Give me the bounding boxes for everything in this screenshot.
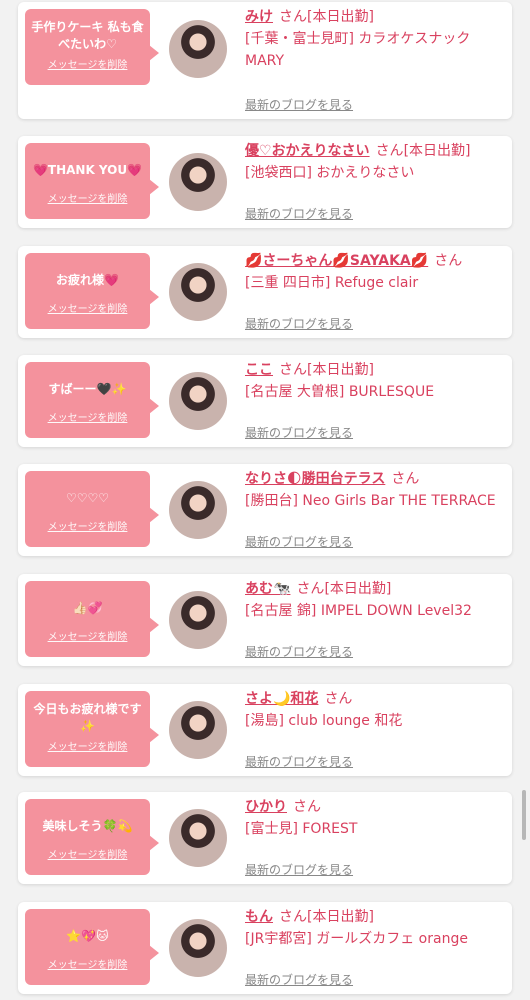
avatar[interactable] [169,919,227,977]
status-label: [本日出勤] [307,909,374,925]
san-label: さん [293,799,321,815]
message-text: すばーー🖤✨ [48,381,127,396]
san-label: さん [279,9,307,25]
san-label: さん [391,471,420,487]
cast-info: ひかり さん [富士見] FOREST [245,796,507,840]
cast-name-link[interactable]: もん [245,909,273,925]
message-bubble: 手作りケーキ 私も食べたいわ♡ メッセージを削除 [25,9,159,85]
message-bubble: ♡♡♡♡ メッセージを削除 [25,471,159,547]
delete-message-link[interactable]: メッセージを削除 [48,409,128,424]
status-label: [本日出勤] [307,362,374,378]
message-card: 今日もお疲れ様です✨ メッセージを削除 さよ🌙和花 さん [湯島] club lo… [18,684,512,776]
avatar[interactable] [169,263,227,321]
cast-name-link[interactable]: ここ [245,362,273,378]
message-text: 👍🏻💞 [72,600,103,615]
latest-blog-link[interactable]: 最新のブログを見る [245,753,353,770]
status-label: [本日出勤] [403,143,471,159]
message-card: ⭐💖🐱 メッセージを削除 もん さん[本日出勤] [JR宇都宮] ガールズカフェ … [18,902,512,994]
message-card: すばーー🖤✨ メッセージを削除 ここ さん[本日出勤] [名古屋 大曽根] BUR… [18,355,512,447]
san-label: さん [375,143,404,159]
shop-label: [富士見] FOREST [245,821,358,837]
latest-blog-link[interactable]: 最新のブログを見る [245,424,353,441]
cast-info: あむ🐄 さん[本日出勤] [名古屋 錦] IMPEL DOWN Level32 [245,578,507,622]
avatar[interactable] [169,20,227,78]
latest-blog-link[interactable]: 最新のブログを見る [245,315,353,332]
delete-message-link[interactable]: メッセージを削除 [48,956,128,971]
message-text: お疲れ様💗 [56,272,119,287]
shop-label: [湯島] club lounge 和花 [245,713,403,729]
san-label: さん [279,362,307,378]
shop-label: [JR宇都宮] ガールズカフェ orange [245,931,468,947]
shop-label: [名古屋 錦] IMPEL DOWN Level32 [245,603,472,619]
delete-message-link[interactable]: メッセージを削除 [48,190,128,205]
status-label: [本日出勤] [324,581,392,597]
avatar[interactable] [169,809,227,867]
status-label: [本日出勤] [307,9,374,25]
san-label: さん [296,581,325,597]
latest-blog-link[interactable]: 最新のブログを見る [245,533,353,550]
cast-info: ここ さん[本日出勤] [名古屋 大曽根] BURLESQUE [245,359,507,403]
message-text: 美味しそう🍀💫 [42,818,133,833]
san-label: さん [279,909,307,925]
message-card: 手作りケーキ 私も食べたいわ♡ メッセージを削除 みけ さん[本日出勤] [千葉・… [18,2,512,119]
delete-message-link[interactable]: メッセージを削除 [48,56,128,71]
message-card: 👍🏻💞 メッセージを削除 あむ🐄 さん[本日出勤] [名古屋 錦] IMPEL D… [18,574,512,666]
cast-info: なりさ🌓勝田台テラス さん [勝田台] Neo Girls Bar THE TER… [245,468,507,512]
avatar[interactable] [169,153,227,211]
shop-label: [勝田台] Neo Girls Bar THE TERRACE [245,493,496,509]
avatar[interactable] [169,372,227,430]
message-bubble: 今日もお疲れ様です✨ メッセージを削除 [25,691,159,767]
shop-label: [名古屋 大曽根] BURLESQUE [245,384,435,400]
avatar[interactable] [169,591,227,649]
avatar[interactable] [169,481,227,539]
shop-label: [千葉・富士見町] カラオケスナック MARY [245,31,471,69]
cast-info: 優♡おかえりなさい さん[本日出勤] [池袋西口] おかえりなさい [245,140,507,184]
message-bubble: 💗THANK YOU💗 メッセージを削除 [25,143,159,219]
scrollbar[interactable] [522,790,526,840]
latest-blog-link[interactable]: 最新のブログを見る [245,971,353,988]
message-bubble: 👍🏻💞 メッセージを削除 [25,581,159,657]
latest-blog-link[interactable]: 最新のブログを見る [245,643,353,660]
cast-name-link[interactable]: 💋さーちゃん💋SAYAKA💋 [245,253,428,269]
cast-name-link[interactable]: さよ🌙和花 [245,691,318,707]
cast-info: 💋さーちゃん💋SAYAKA💋 さん [三重 四日市] Refuge clair [245,250,507,294]
delete-message-link[interactable]: メッセージを削除 [48,846,128,861]
san-label: さん [324,691,353,707]
message-bubble: お疲れ様💗 メッセージを削除 [25,253,159,329]
shop-label: [三重 四日市] Refuge clair [245,275,419,291]
message-bubble: 美味しそう🍀💫 メッセージを削除 [25,799,159,875]
message-card: ♡♡♡♡ メッセージを削除 なりさ🌓勝田台テラス さん [勝田台] Neo Gir… [18,464,512,556]
message-card: 美味しそう🍀💫 メッセージを削除 ひかり さん [富士見] FOREST 最新のブ… [18,792,512,884]
delete-message-link[interactable]: メッセージを削除 [48,518,128,533]
message-text: 手作りケーキ 私も食べたいわ♡ [31,20,144,51]
message-text: ♡♡♡♡ [65,490,110,505]
san-label: さん [434,253,463,269]
cast-name-link[interactable]: あむ🐄 [245,581,290,597]
message-text: 今日もお疲れ様です✨ [33,702,142,733]
delete-message-link[interactable]: メッセージを削除 [48,738,128,753]
delete-message-link[interactable]: メッセージを削除 [48,300,128,315]
latest-blog-link[interactable]: 最新のブログを見る [245,205,353,222]
message-text: 💗THANK YOU💗 [32,162,143,177]
avatar[interactable] [169,701,227,759]
cast-info: もん さん[本日出勤] [JR宇都宮] ガールズカフェ orange [245,906,507,950]
message-card: 💗THANK YOU💗 メッセージを削除 優♡おかえりなさい さん[本日出勤] [… [18,136,512,228]
latest-blog-link[interactable]: 最新のブログを見る [245,96,353,113]
cast-name-link[interactable]: 優♡おかえりなさい [245,143,370,159]
cast-name-link[interactable]: ひかり [245,799,287,815]
delete-message-link[interactable]: メッセージを削除 [48,628,128,643]
message-text: ⭐💖🐱 [66,928,109,943]
message-card: お疲れ様💗 メッセージを削除 💋さーちゃん💋SAYAKA💋 さん [三重 四日市]… [18,246,512,338]
cast-name-link[interactable]: なりさ🌓勝田台テラス [245,471,385,487]
message-bubble: ⭐💖🐱 メッセージを削除 [25,909,159,985]
cast-name-link[interactable]: みけ [245,9,273,25]
cast-info: さよ🌙和花 さん [湯島] club lounge 和花 [245,688,507,732]
cast-info: みけ さん[本日出勤] [千葉・富士見町] カラオケスナック MARY [245,6,507,72]
message-bubble: すばーー🖤✨ メッセージを削除 [25,362,159,438]
shop-label: [池袋西口] おかえりなさい [245,165,415,181]
latest-blog-link[interactable]: 最新のブログを見る [245,861,353,878]
